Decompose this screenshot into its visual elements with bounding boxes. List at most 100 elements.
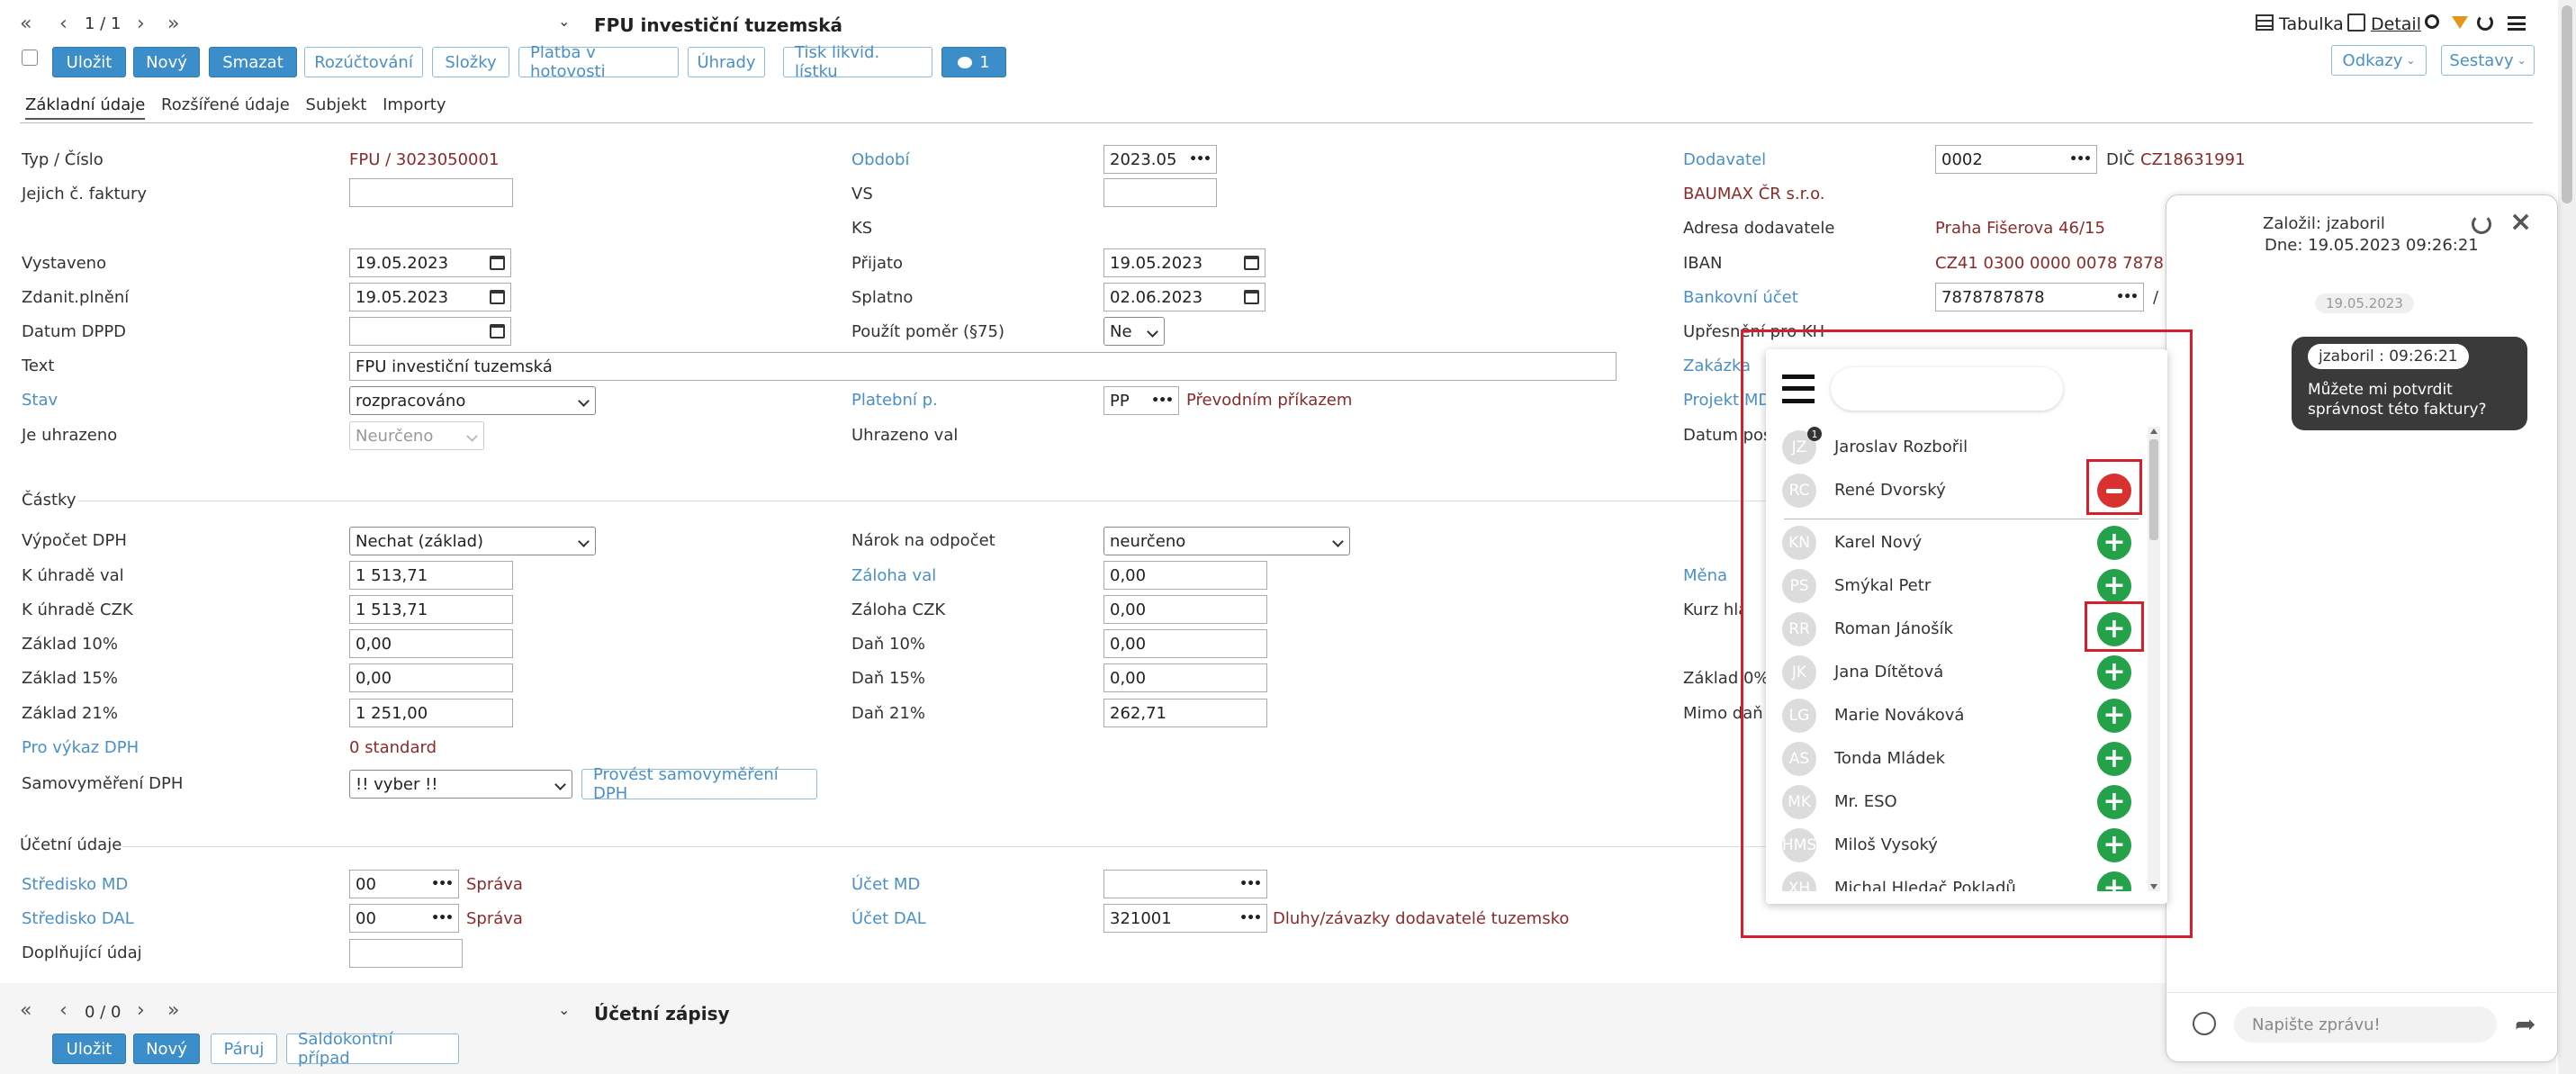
chat-input[interactable]: Napište zprávu! — [2234, 1006, 2497, 1042]
payments-button[interactable]: Úhrady — [688, 47, 765, 77]
first-page-icon[interactable]: « — [20, 13, 32, 35]
additional-input[interactable] — [349, 939, 463, 968]
tab-extended[interactable]: Rozšířené údaje — [161, 95, 290, 114]
text-input[interactable]: FPU investiční tuzemská — [349, 352, 1617, 381]
cost-center-dal-label[interactable]: Středisko DAL — [22, 909, 134, 928]
calendar-icon[interactable] — [490, 256, 505, 270]
new-button[interactable]: Nový — [133, 47, 200, 77]
advance-val-input[interactable]: 0,00 — [1103, 561, 1267, 590]
comments-button[interactable]: 1 — [941, 47, 1006, 77]
user-list-scrollbar-thumb[interactable] — [2149, 439, 2158, 540]
more-icon[interactable]: ••• — [431, 911, 454, 925]
last-page-icon[interactable]: » — [167, 13, 179, 35]
cost-center-md-label[interactable]: Středisko MD — [22, 875, 128, 894]
add-user-icon[interactable]: + — [2097, 828, 2131, 862]
bank-account-input[interactable]: 7878787878 ••• — [1935, 283, 2144, 311]
account-md-label[interactable]: Účet MD — [851, 875, 920, 894]
self-assess-button[interactable]: Provést samovyměření DPH — [581, 765, 817, 803]
chat-refresh-icon[interactable] — [2472, 214, 2491, 234]
collapse-chevron-icon[interactable]: ⌄ — [558, 13, 570, 30]
cost-center-dal-input[interactable]: 00 ••• — [349, 904, 459, 933]
entries-save-button[interactable]: Uložit — [52, 1033, 126, 1064]
advance-val-label[interactable]: Záloha val — [851, 566, 936, 585]
tax21-input[interactable]: 262,71 — [1103, 699, 1267, 727]
chat-close-icon[interactable]: × — [2509, 209, 2532, 236]
folders-button[interactable]: Složky — [432, 47, 509, 77]
payment-method-label[interactable]: Platební p. — [851, 391, 938, 410]
user-row[interactable]: HMS Miloš Vysoký + — [1766, 825, 2148, 866]
tab-imports[interactable]: Importy — [383, 95, 446, 114]
base10-input[interactable]: 0,00 — [349, 629, 513, 658]
save-button[interactable]: Uložit — [52, 47, 126, 77]
period-label[interactable]: Období — [851, 150, 909, 169]
more-icon[interactable]: ••• — [1151, 393, 1174, 408]
cost-center-md-input[interactable]: 00 ••• — [349, 870, 459, 898]
currency-label[interactable]: Měna — [1683, 566, 1727, 585]
split-button[interactable]: Rozúčtování — [304, 47, 423, 77]
links-dropdown[interactable]: Odkazy ⌄ — [2331, 45, 2427, 76]
bank-account-label[interactable]: Bankovní účet — [1683, 288, 1798, 307]
issued-date-input[interactable]: 19.05.2023 — [349, 248, 511, 277]
next-page-icon[interactable]: › — [137, 13, 145, 35]
user-row[interactable]: LG Marie Nováková + — [1766, 695, 2148, 736]
ledger-case-button[interactable]: Saldokontní případ — [286, 1030, 459, 1068]
scroll-up-arrow-icon[interactable] — [2150, 429, 2157, 434]
calendar-icon[interactable] — [490, 290, 505, 304]
pair-button[interactable]: Páruj — [211, 1033, 277, 1064]
calendar-icon[interactable] — [1244, 256, 1259, 270]
add-user-icon[interactable]: + — [2097, 785, 2131, 819]
tab-basic[interactable]: Základní údaje — [25, 95, 146, 120]
user-search-input[interactable] — [1831, 367, 2063, 411]
base15-input[interactable]: 0,00 — [349, 663, 513, 692]
detail-view-label[interactable]: Detail — [2371, 14, 2421, 34]
account-dal-label[interactable]: Účet DAL — [851, 909, 926, 928]
more-icon[interactable]: ••• — [431, 877, 454, 891]
due-date-input[interactable]: 02.06.2023 — [1103, 283, 1265, 311]
account-dal-input[interactable]: 321001 ••• — [1103, 904, 1267, 933]
invoice-no-input[interactable] — [349, 178, 513, 207]
user-row[interactable]: XH Michal Hledač Pokladů + — [1766, 868, 2148, 891]
vat-report-label[interactable]: Pro výkaz DPH — [22, 738, 139, 757]
table-view-icon[interactable] — [2256, 14, 2274, 31]
page-scrollbar-thumb[interactable] — [2562, 5, 2572, 203]
period-input[interactable]: 2023.05 ••• — [1103, 145, 1217, 174]
self-assess-select[interactable]: !! vyber !! — [349, 770, 572, 799]
menu-icon[interactable] — [2508, 16, 2526, 31]
base21-input[interactable]: 1 251,00 — [349, 699, 513, 727]
user-row[interactable]: JK Jana Dítětová + — [1766, 652, 2148, 693]
add-user-icon[interactable]: + — [2097, 526, 2131, 560]
select-all-checkbox[interactable] — [22, 50, 38, 66]
first-page-icon[interactable]: « — [20, 999, 32, 1022]
add-user-icon[interactable]: + — [2097, 569, 2131, 603]
calendar-icon[interactable] — [1244, 290, 1259, 304]
add-user-icon[interactable]: + — [2097, 742, 2131, 776]
tax15-input[interactable]: 0,00 — [1103, 663, 1267, 692]
delete-button[interactable]: Smazat — [209, 47, 297, 77]
taxable-date-input[interactable]: 19.05.2023 — [349, 283, 511, 311]
user-row[interactable]: MK Mr. ESO + — [1766, 781, 2148, 823]
prev-page-icon[interactable]: ‹ — [59, 13, 68, 35]
user-picker-menu-icon[interactable] — [1782, 375, 1815, 403]
calendar-icon[interactable] — [490, 324, 505, 338]
status-select[interactable]: rozpracováno — [349, 386, 596, 415]
add-user-icon[interactable]: + — [2097, 871, 2131, 891]
advance-czk-input[interactable]: 0,00 — [1103, 595, 1267, 624]
more-icon[interactable]: ••• — [2069, 152, 2092, 167]
cash-payment-button[interactable]: Platba v hotovosti — [518, 43, 679, 81]
emoji-icon[interactable] — [2193, 1012, 2216, 1035]
page-scrollbar[interactable] — [2558, 0, 2576, 1074]
supplier-label[interactable]: Dodavatel — [1683, 150, 1766, 169]
payment-method-input[interactable]: PP ••• — [1103, 386, 1179, 415]
search-icon[interactable] — [2425, 14, 2439, 29]
tab-subject[interactable]: Subjekt — [306, 95, 367, 114]
reports-dropdown[interactable]: Sestavy ⌄ — [2441, 45, 2535, 76]
vat-calc-select[interactable]: Nechat (základ) — [349, 527, 596, 555]
user-row[interactable]: KN Karel Nový + — [1766, 522, 2148, 564]
received-date-input[interactable]: 19.05.2023 — [1103, 248, 1265, 277]
refresh-icon[interactable] — [2477, 14, 2493, 31]
send-icon[interactable]: ➦ — [2515, 1012, 2535, 1037]
add-user-icon[interactable]: + — [2097, 655, 2131, 690]
to-pay-czk-input[interactable]: 1 513,71 — [349, 595, 513, 624]
prev-page-icon[interactable]: ‹ — [59, 999, 68, 1022]
account-md-input[interactable]: ••• — [1103, 870, 1267, 898]
